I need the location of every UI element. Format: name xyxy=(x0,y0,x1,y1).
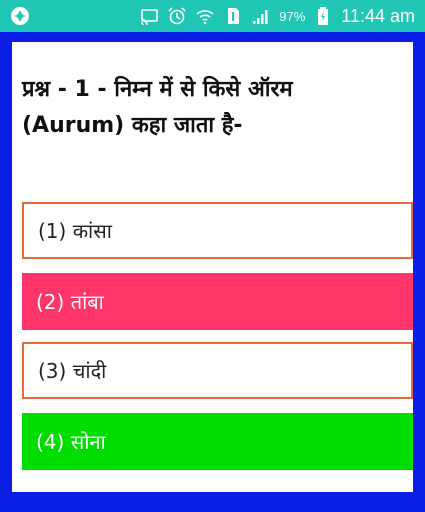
status-icons: 97% 11:44 am xyxy=(139,0,415,32)
battery-percent: 97% xyxy=(279,8,306,24)
option-4[interactable]: (4) सोना xyxy=(22,413,413,470)
signal-icon xyxy=(253,10,268,24)
question-card: प्रश्न - 1 - निम्न में से किसे ऑरम (Auru… xyxy=(12,42,413,492)
wifi-icon xyxy=(196,10,214,25)
option-2[interactable]: (2) तांबा xyxy=(22,273,413,330)
alarm-icon xyxy=(168,7,186,25)
status-bar: 97% 11:44 am xyxy=(0,0,425,32)
question-text: प्रश्न - 1 - निम्न में से किसे ऑरम (Auru… xyxy=(22,77,293,138)
sim-icon xyxy=(228,8,240,24)
app-icon xyxy=(11,7,29,25)
cast-icon xyxy=(141,9,159,26)
battery-icon xyxy=(318,7,329,25)
option-1[interactable]: (1) कांसा xyxy=(22,202,413,259)
clock: 11:44 am xyxy=(341,5,415,26)
option-3[interactable]: (3) चांदी xyxy=(22,342,413,399)
